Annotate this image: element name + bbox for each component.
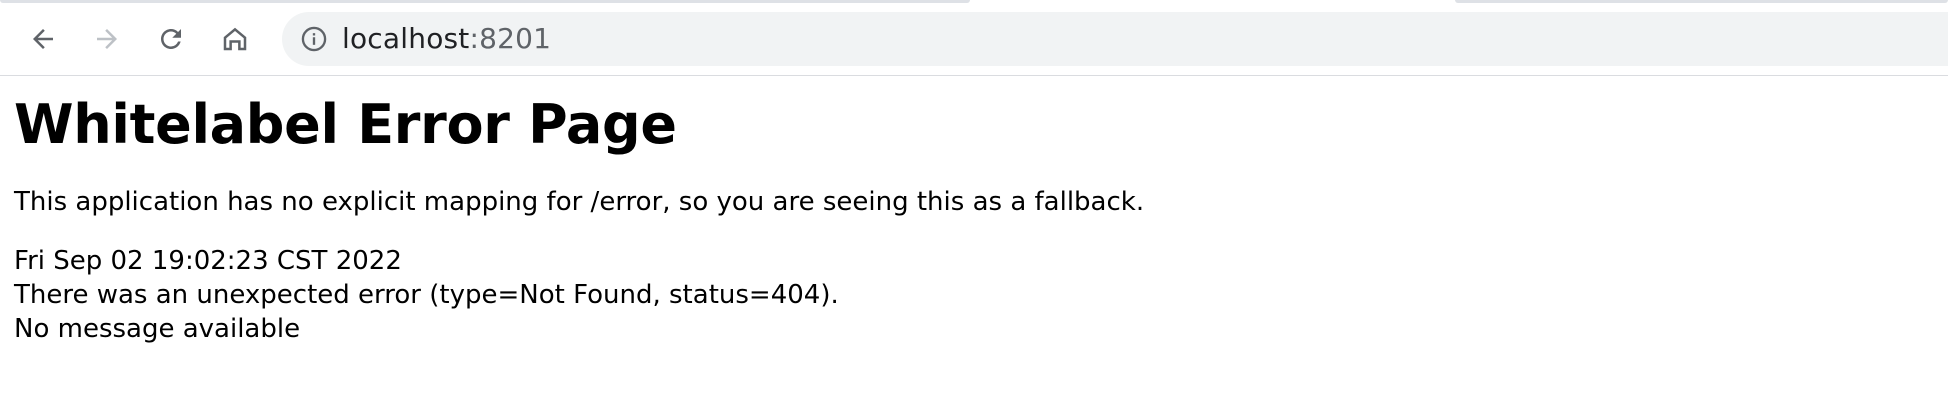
url-port: :8201: [469, 22, 552, 55]
error-details: Fri Sep 02 19:02:23 CST 2022 There was a…: [14, 244, 1934, 346]
home-icon: [220, 24, 250, 54]
reload-icon: [156, 24, 186, 54]
info-circle-icon[interactable]: [300, 25, 328, 53]
home-button[interactable]: [214, 18, 256, 60]
url-text[interactable]: localhost:8201: [342, 25, 551, 53]
error-explanation: This application has no explicit mapping…: [14, 187, 1145, 218]
url-host: localhost: [342, 22, 470, 55]
forward-button[interactable]: [86, 18, 128, 60]
arrow-left-icon: [28, 24, 58, 54]
reload-button[interactable]: [150, 18, 192, 60]
tab-strip-edge: [1455, 0, 1948, 3]
back-button[interactable]: [22, 18, 64, 60]
error-type-status: There was an unexpected error (type=Not …: [14, 279, 839, 310]
error-timestamp: Fri Sep 02 19:02:23 CST 2022: [14, 245, 402, 276]
tab-strip-edge: [0, 0, 970, 3]
arrow-right-icon: [92, 24, 122, 54]
page-content: Whitelabel Error Page This application h…: [0, 93, 1948, 346]
error-message: No message available: [14, 313, 301, 344]
address-bar[interactable]: localhost:8201: [282, 12, 1948, 66]
page-title: Whitelabel Error Page: [14, 93, 677, 156]
browser-toolbar: localhost:8201: [0, 0, 1948, 76]
